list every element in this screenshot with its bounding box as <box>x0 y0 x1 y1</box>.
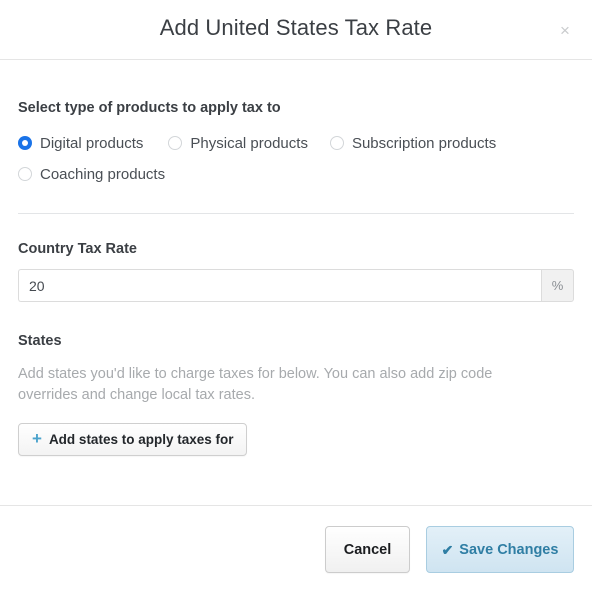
add-tax-rate-modal: Add United States Tax Rate × Select type… <box>0 0 592 593</box>
radio-digital-products[interactable]: Digital products <box>18 135 143 152</box>
radio-coaching-products[interactable]: Coaching products <box>18 166 165 183</box>
country-tax-rate-label: Country Tax Rate <box>18 241 137 257</box>
close-icon[interactable]: × <box>554 20 576 42</box>
states-description: Add states you'd like to charge taxes fo… <box>18 366 493 403</box>
radio-label-physical-products: Physical products <box>190 134 308 152</box>
percent-addon: % <box>541 269 574 302</box>
radio-label-digital-products: Digital products <box>40 134 144 152</box>
modal-footer: Cancel ✔ Save Changes <box>0 505 592 593</box>
page-title: Add United States Tax Rate <box>159 15 433 40</box>
radio-mark-subscription-products[interactable] <box>329 136 344 150</box>
product-type-label: Select type of products to apply tax to <box>18 100 281 116</box>
plus-icon: + <box>32 429 42 448</box>
radio-label-coaching-products: Coaching products <box>40 165 166 183</box>
save-changes-button-label: Save Changes <box>459 541 559 558</box>
radio-row-secondary: Coaching products <box>18 161 574 187</box>
save-changes-button[interactable]: ✔ Save Changes <box>426 526 574 573</box>
radio-mark-digital-products[interactable] <box>18 136 32 150</box>
radio-mark-coaching-products[interactable] <box>18 167 32 181</box>
section-divider <box>18 213 574 214</box>
product-type-radio-group: Digital products Physical products Subsc… <box>18 130 574 187</box>
country-tax-rate-input-group: % <box>18 269 574 302</box>
radio-label-subscription-products: Subscription products <box>351 134 497 152</box>
radio-subscription-products[interactable]: Subscription products <box>329 134 497 152</box>
add-states-button[interactable]: + Add states to apply taxes for <box>18 423 248 456</box>
add-states-button-label: Add states to apply taxes for <box>48 432 234 447</box>
radio-physical-products[interactable]: Physical products <box>168 135 308 152</box>
states-label: States <box>18 333 62 349</box>
modal-body: Select type of products to apply tax to … <box>0 60 592 505</box>
radio-mark-physical-products[interactable] <box>168 136 183 150</box>
check-icon: ✔ <box>441 541 454 558</box>
cancel-button[interactable]: Cancel <box>325 526 410 573</box>
radio-row-primary: Digital products Physical products Subsc… <box>18 130 574 156</box>
modal-header: Add United States Tax Rate × <box>0 0 592 60</box>
country-tax-rate-input[interactable] <box>18 269 541 302</box>
